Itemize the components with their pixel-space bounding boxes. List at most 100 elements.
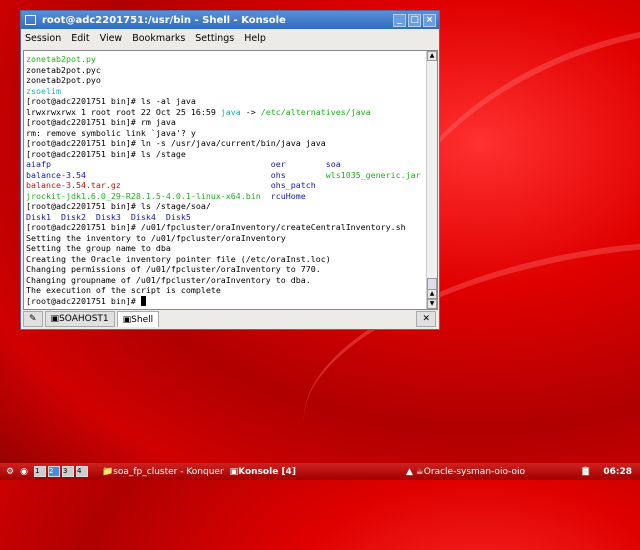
cursor — [140, 295, 146, 306]
terminal-line: Creating the Oracle inventory pointer fi… — [26, 254, 437, 265]
terminal-line: The execution of the script is complete — [26, 285, 437, 296]
terminal-line: zsoelim — [26, 86, 437, 97]
terminal-text: balance-3.54 — [26, 169, 271, 180]
terminal-text: ohs_patch — [270, 180, 316, 190]
scrollbar[interactable]: ▲ ▲ ▼ — [426, 51, 437, 309]
clipboard-icon[interactable]: 📋 — [580, 467, 591, 477]
title-bar[interactable]: root@adc2201751:/usr/bin - Shell - Konso… — [21, 11, 439, 29]
terminal-line: Setting the inventory to /u01/fpcluster/… — [26, 233, 437, 244]
task-konsole[interactable]: ▣ Konsole [4] — [230, 467, 296, 477]
terminal-text: jrockit-jdk1.6.0_29-R28.1.5-4.0.1-linux-… — [26, 190, 271, 201]
terminal-text: /etc/alternatives/java — [260, 106, 371, 117]
taskbar: ⚙ ◉ 1 2 3 4 📁 soa_fp_cluster - Konquer ▣ … — [0, 463, 640, 480]
terminal-text: -> — [240, 106, 261, 117]
terminal-text: Setting the inventory to /u01/fpcluster/… — [26, 232, 286, 243]
close-session-button[interactable]: ✕ — [416, 311, 436, 327]
menu-settings[interactable]: Settings — [195, 33, 234, 44]
menu-edit[interactable]: Edit — [71, 33, 89, 44]
maximize-button[interactable]: □ — [408, 13, 421, 27]
konsole-icon — [25, 15, 36, 25]
terminal-text: [root@adc2201751 bin]# — [26, 295, 141, 306]
terminal-line: [root@adc2201751 bin]# ln -s /usr/java/c… — [26, 138, 437, 149]
terminal-line: zonetab2pot.py — [26, 54, 437, 65]
tab-shell[interactable]: ▣ Shell — [116, 311, 160, 327]
new-session-button[interactable]: ✎ — [23, 311, 43, 327]
terminal-text: rcuHome — [270, 190, 306, 201]
konsole-icon: ▣ — [229, 466, 239, 477]
terminal-text: Creating the Oracle inventory pointer fi… — [26, 253, 331, 264]
terminal-line: zonetab2pot.pyc — [26, 65, 437, 76]
terminal-text: Setting the group name to dba — [26, 243, 171, 253]
terminal-icon: ▣ — [122, 314, 132, 325]
terminal-text: soa — [325, 159, 341, 169]
konsole-window: root@adc2201751:/usr/bin - Shell - Konso… — [20, 10, 440, 330]
clock: 06:28 — [603, 466, 632, 477]
terminal-text: [root@adc2201751 bin]# ls -al java — [26, 96, 196, 106]
terminal-text: [root@adc2201751 bin]# ln -s /usr/java/c… — [26, 138, 326, 148]
menu-bar: Session Edit View Bookmarks Settings Hel… — [21, 29, 439, 48]
terminal-line: balance-3.54 ohs wls1035_generic.jar — [26, 170, 437, 181]
terminal-text: zsoelim — [26, 85, 61, 96]
desktop-1[interactable]: 1 — [33, 466, 46, 477]
terminal-text: [root@adc2201751 bin]# ls /stage/soa/ — [26, 201, 211, 211]
desktop-4[interactable]: 4 — [75, 466, 88, 477]
scroll-up-icon[interactable]: ▲ — [427, 289, 437, 299]
close-button[interactable]: × — [423, 13, 436, 27]
terminal-text: The execution of the script is complete — [26, 285, 221, 295]
terminal-line: rm: remove symbolic link `java'? y — [26, 128, 437, 139]
terminal-line: [root@adc2201751 bin]# rm java — [26, 117, 437, 128]
terminal-text: ohs — [270, 169, 326, 180]
terminal-text: wls1035_generic.jar — [325, 169, 421, 180]
terminal-text: aiafp — [26, 159, 271, 169]
terminal-text: zonetab2pot.pyo — [26, 75, 101, 85]
desktop-2[interactable]: 2 — [47, 466, 60, 477]
menu-view[interactable]: View — [100, 33, 123, 44]
terminal-line: [root@adc2201751 bin]# ls -al java — [26, 96, 437, 107]
terminal-text: lrwxrwxrwx 1 root root 22 Oct 25 16:59 — [26, 106, 221, 117]
terminal-text: Changing groupname of /u01/fpcluster/ora… — [26, 274, 311, 285]
terminal-line: [root@adc2201751 bin]# /u01/fpcluster/or… — [26, 222, 437, 233]
scroll-up-icon[interactable]: ▲ — [427, 51, 437, 61]
terminal-line: [root@adc2201751 bin]# ls /stage/soa/ — [26, 201, 437, 212]
terminal-line: zonetab2pot.pyo — [26, 75, 437, 86]
terminal-line: Changing groupname of /u01/fpcluster/ora… — [26, 275, 437, 286]
browser-icon[interactable]: ◉ — [20, 467, 28, 477]
task-oracle[interactable]: ▲ ☕ Oracle-sysman-oio-oio — [406, 467, 525, 477]
terminal-line: jrockit-jdk1.6.0_29-R28.1.5-4.0.1-linux-… — [26, 191, 437, 202]
desktop-3[interactable]: 3 — [61, 466, 74, 477]
terminal-text: zonetab2pot.pyc — [26, 64, 101, 75]
terminal-text: balance-3.54.tar.gz — [26, 180, 271, 190]
minimize-button[interactable]: _ — [393, 13, 406, 27]
task-konqueror[interactable]: 📁 soa_fp_cluster - Konquer — [102, 467, 224, 477]
terminal-text: Disk1 Disk2 Disk3 Disk4 Disk5 — [26, 211, 191, 222]
terminal-line: Changing permissions of /u01/fpcluster/o… — [26, 264, 437, 275]
terminal-line: aiafp oer soa — [26, 159, 437, 170]
tab-soahost1[interactable]: ▣ SOAHOST1 — [44, 311, 115, 327]
terminal-line: Setting the group name to dba — [26, 243, 437, 254]
terminal-text: rm: remove symbolic link `java'? y — [26, 127, 196, 138]
terminal-icon: ▣ — [50, 314, 60, 324]
terminal-output[interactable]: zonetab2pot.py zonetab2pot.pyc zonetab2pot… — [23, 50, 438, 310]
terminal-line: [root@adc2201751 bin]# — [26, 295, 437, 307]
terminal-line: lrwxrwxrwx 1 root root 22 Oct 25 16:59 j… — [26, 107, 437, 118]
terminal-text: [root@adc2201751 bin]# ls /stage — [26, 148, 186, 159]
window-title: root@adc2201751:/usr/bin - Shell - Konso… — [42, 14, 286, 26]
folder-icon: 📁 — [101, 466, 114, 477]
menu-help[interactable]: Help — [244, 33, 266, 44]
terminal-text: Changing permissions of /u01/fpcluster/o… — [26, 264, 321, 274]
desktop-pager: 1 2 3 4 — [33, 466, 90, 477]
scroll-down-icon[interactable]: ▼ — [427, 299, 437, 309]
java-icon: ▲ ☕ — [405, 466, 424, 477]
terminal-line: Disk1 Disk2 Disk3 Disk4 Disk5 — [26, 212, 437, 223]
kde-menu-icon[interactable]: ⚙ — [6, 467, 14, 477]
terminal-line: [root@adc2201751 bin]# ls /stage — [26, 149, 437, 160]
terminal-line: balance-3.54.tar.gz ohs_patch — [26, 180, 437, 191]
terminal-text: [root@adc2201751 bin]# rm java — [26, 117, 176, 127]
terminal-text: java — [220, 106, 241, 117]
terminal-text: [root@adc2201751 bin]# /u01/fpcluster/or… — [26, 222, 406, 232]
session-tabs: ✎ ▣ SOAHOST1 ▣ Shell ✕ — [21, 309, 439, 329]
terminal-text: zonetab2pot.py — [26, 54, 96, 64]
menu-bookmarks[interactable]: Bookmarks — [132, 33, 185, 44]
terminal-text: oer — [270, 159, 326, 169]
menu-session[interactable]: Session — [25, 33, 61, 44]
